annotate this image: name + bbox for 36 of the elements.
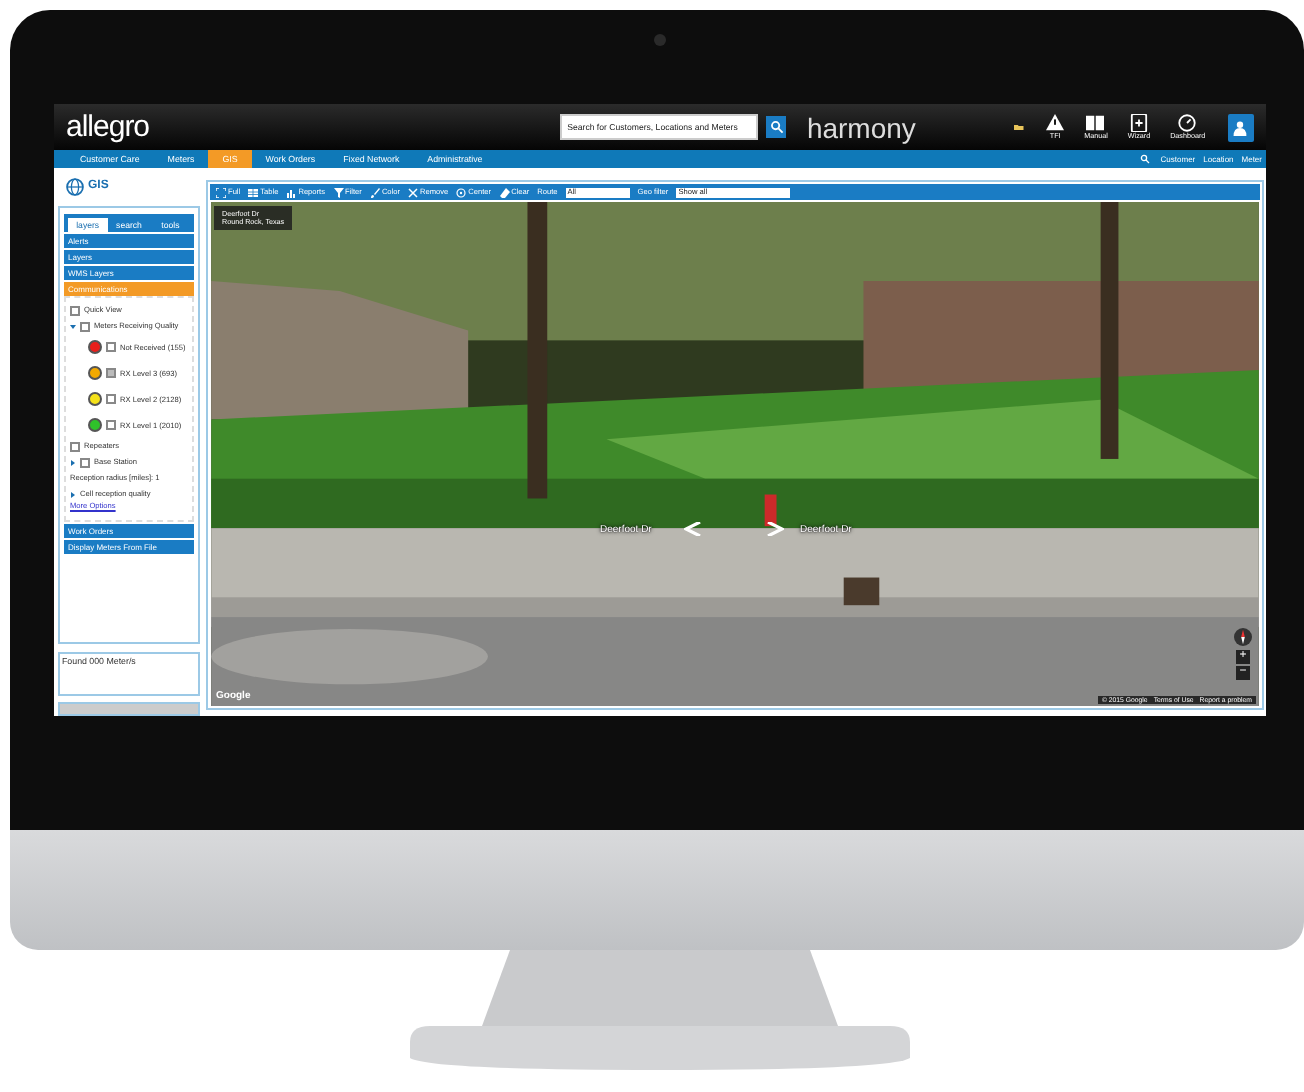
- scrollbar[interactable]: [58, 702, 200, 716]
- camera-dot: [654, 34, 666, 46]
- checkbox[interactable]: [70, 305, 80, 315]
- checkbox[interactable]: [80, 457, 90, 467]
- globe-icon: [66, 177, 84, 195]
- document-icon: [1129, 114, 1148, 132]
- checkbox[interactable]: [106, 342, 116, 352]
- caret-icon[interactable]: [70, 491, 76, 497]
- user-button[interactable]: [1227, 113, 1254, 141]
- checkbox[interactable]: [106, 420, 116, 430]
- eraser-icon: [499, 187, 510, 197]
- expand-icon: [216, 187, 226, 197]
- chevron-right-icon[interactable]: [766, 522, 784, 536]
- bar-chart-icon: [286, 187, 297, 197]
- caret-icon[interactable]: [70, 459, 76, 465]
- checkbox[interactable]: [106, 368, 116, 378]
- remove-icon: [408, 187, 419, 197]
- brand-name: harmony: [806, 111, 918, 143]
- checkbox[interactable]: [80, 321, 90, 331]
- compass-icon: [1234, 628, 1252, 646]
- warning-icon: [1046, 114, 1065, 132]
- checkbox[interactable]: [70, 441, 80, 451]
- brush-icon: [369, 187, 380, 197]
- folder-icon: [1014, 123, 1025, 131]
- search-icon: [1140, 150, 1151, 168]
- search-button[interactable]: [765, 116, 787, 138]
- search-icon: [769, 120, 784, 134]
- chevron-left-icon[interactable]: [684, 522, 702, 536]
- funnel-icon: [333, 187, 343, 197]
- checkbox[interactable]: [106, 394, 116, 404]
- user-icon: [1232, 119, 1249, 135]
- target-icon: [456, 187, 467, 197]
- logo: allegro: [66, 110, 152, 144]
- caret-icon[interactable]: [70, 323, 76, 329]
- book-icon: [1086, 114, 1105, 132]
- gauge-icon: [1178, 114, 1197, 132]
